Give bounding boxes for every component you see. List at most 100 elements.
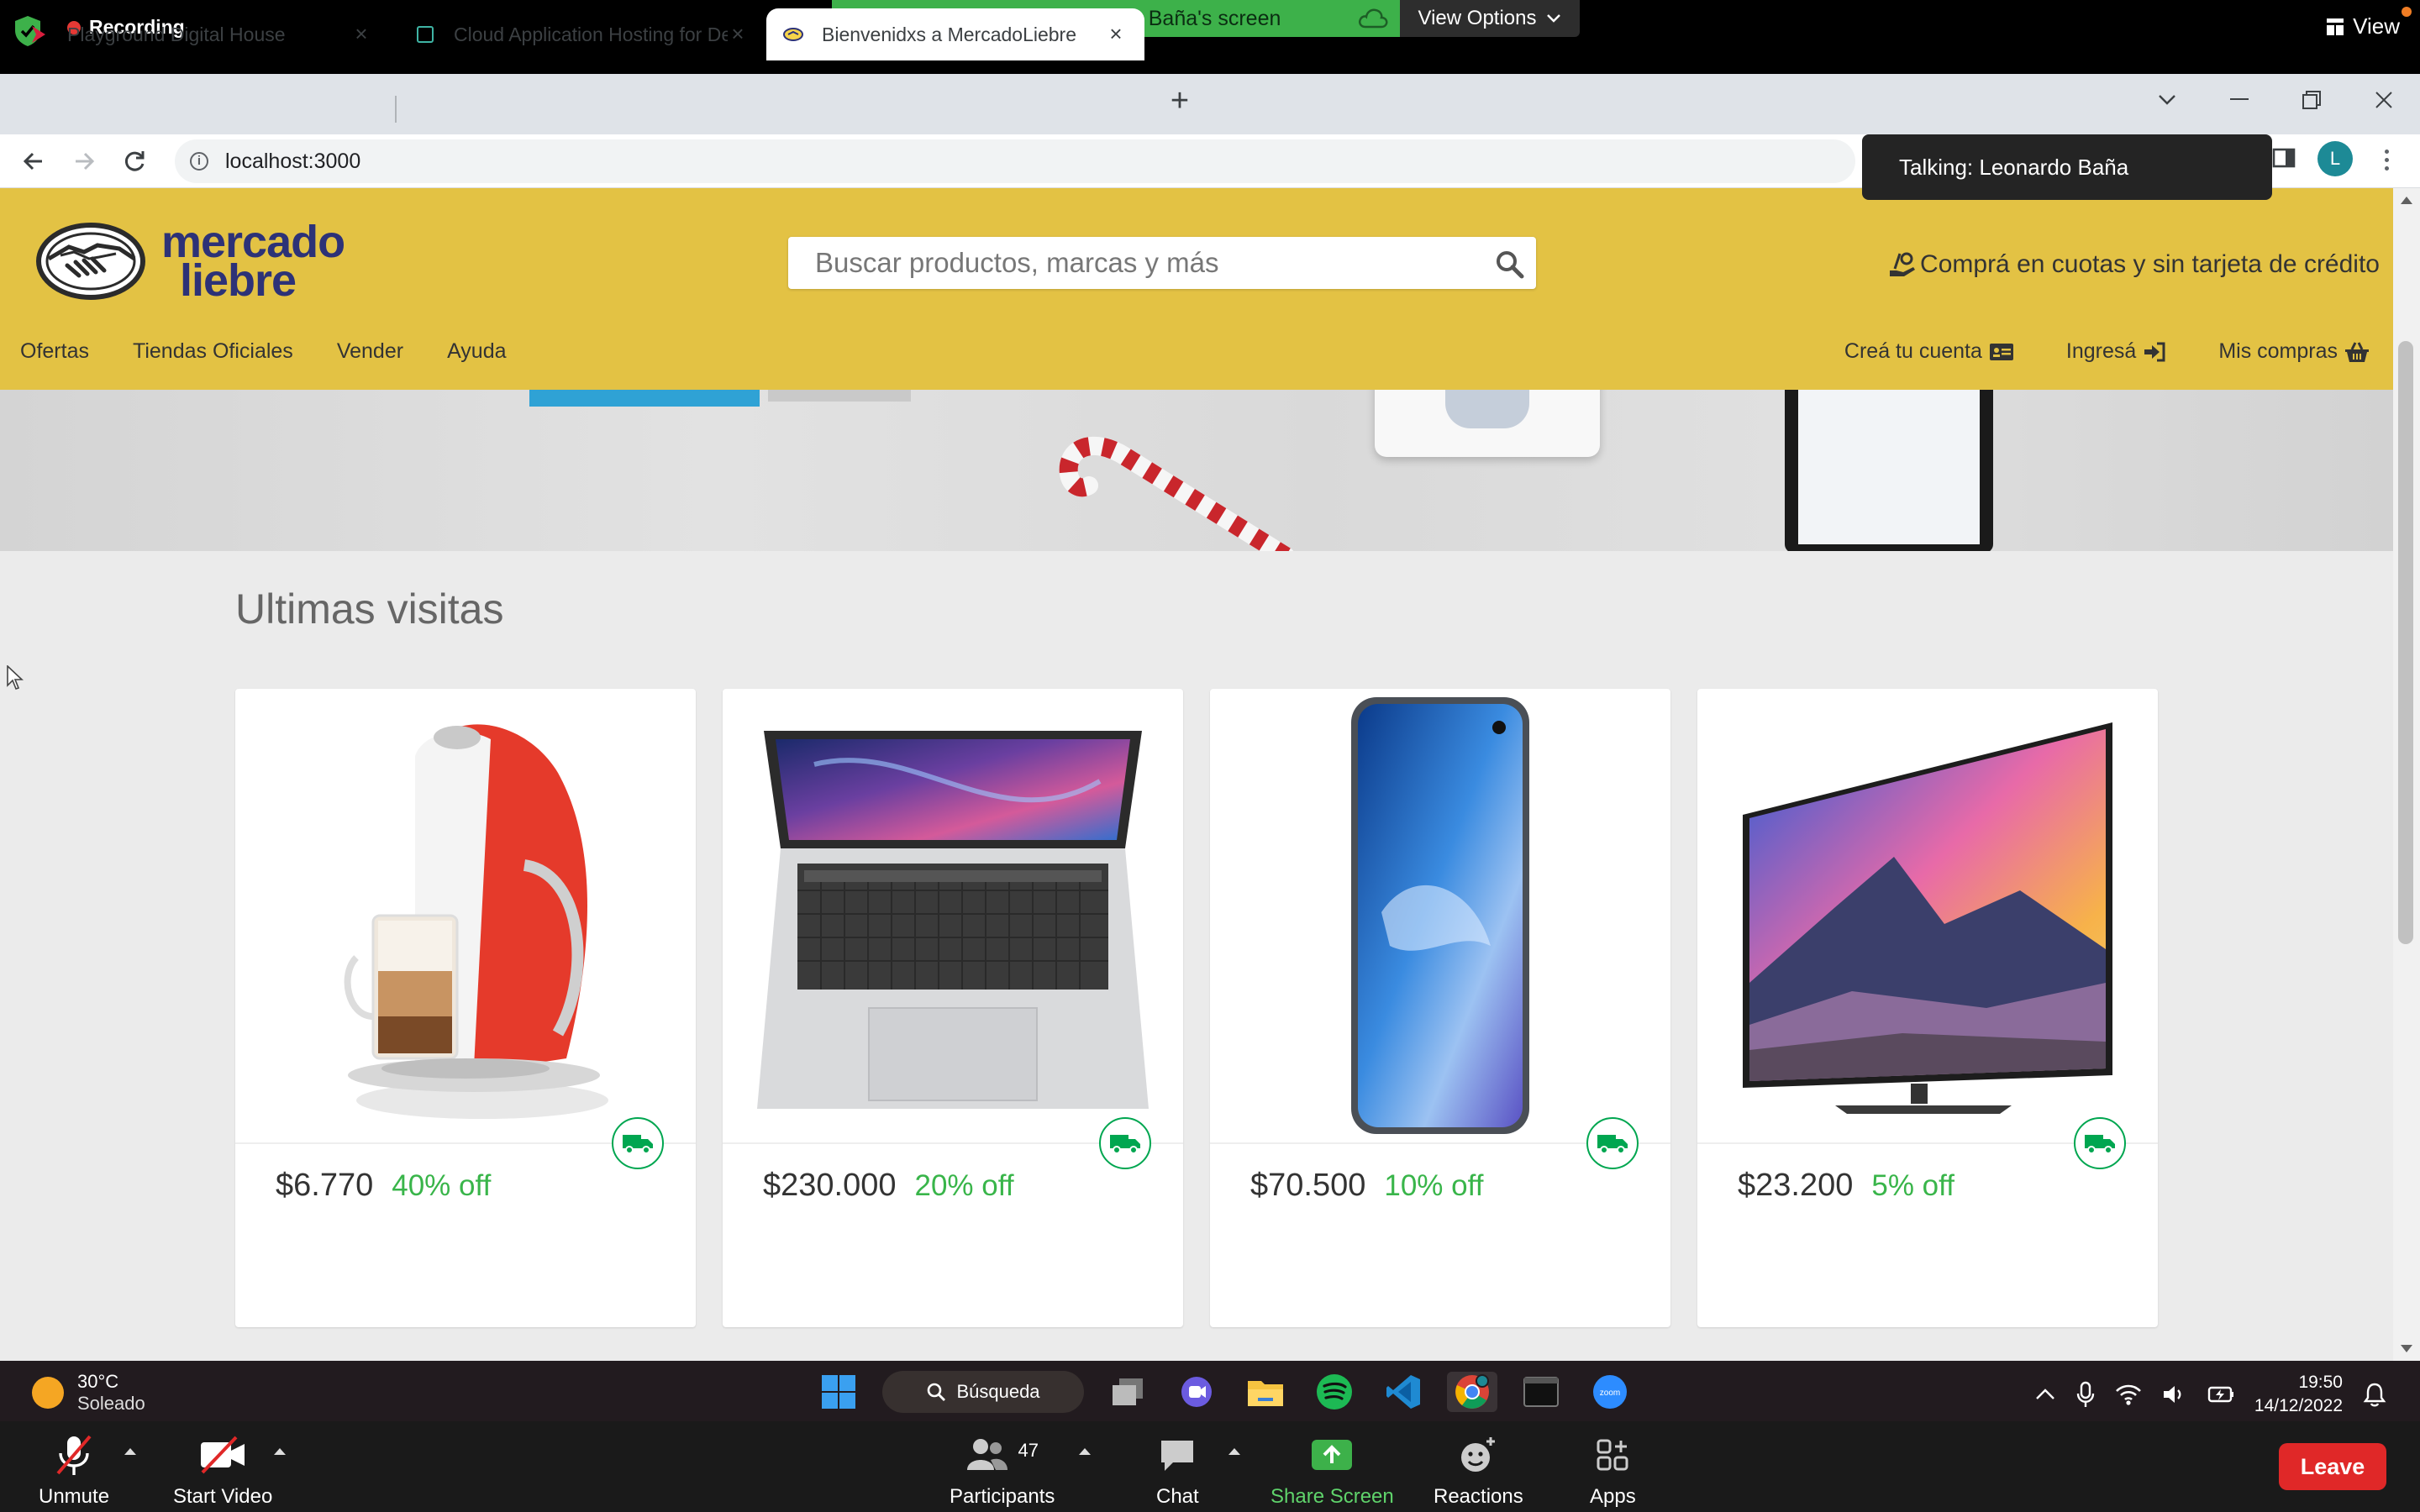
- minimize-icon[interactable]: [2203, 74, 2275, 126]
- promo-text: Comprá en cuotas y sin tarjeta de crédit…: [1920, 250, 2380, 278]
- share-screen-button[interactable]: Share Screen: [1270, 1433, 1394, 1509]
- teams-chat-icon[interactable]: [1171, 1372, 1222, 1412]
- create-account-link[interactable]: Creá tu cuenta: [1844, 339, 2014, 364]
- mercadoliebre-logo[interactable]: mercado liebre: [35, 219, 345, 303]
- zoom-meeting-controls: Unmute Start Video 47 Participants Chat …: [0, 1421, 2420, 1512]
- scroll-up-arrow-icon[interactable]: [2401, 197, 2412, 204]
- close-tab-icon[interactable]: ×: [1104, 22, 1128, 45]
- product-image-coffee-machine[interactable]: [235, 689, 696, 1142]
- product-discount: 40% off: [392, 1169, 492, 1202]
- taskbar-apps: Búsqueda zoom: [813, 1371, 1635, 1413]
- scrollbar-thumb[interactable]: [2398, 341, 2413, 944]
- participants-button[interactable]: 47 Participants: [950, 1433, 1055, 1509]
- scroll-down-arrow-icon[interactable]: [2401, 1345, 2412, 1352]
- product-image-laptop[interactable]: [723, 689, 1183, 1142]
- taskbar-clock[interactable]: 19:50 14/12/2022: [2254, 1371, 2343, 1418]
- url-field[interactable]: i localhost:3000: [175, 139, 1855, 183]
- product-price: $23.200: [1738, 1168, 1854, 1203]
- banner-price-tag: [529, 390, 760, 407]
- browser-menu-icon[interactable]: [2378, 143, 2395, 176]
- close-window-icon[interactable]: [2348, 74, 2420, 126]
- my-purchases-label: Mis compras: [2218, 339, 2338, 363]
- my-purchases-link[interactable]: Mis compras: [2218, 339, 2370, 364]
- digital-house-favicon-icon: [32, 26, 45, 43]
- file-explorer-icon[interactable]: [1240, 1372, 1291, 1412]
- free-shipping-truck-icon: [1099, 1117, 1151, 1169]
- audio-options-caret-icon[interactable]: [124, 1448, 136, 1455]
- leave-meeting-button[interactable]: Leave: [2279, 1443, 2386, 1490]
- wifi-icon[interactable]: [2115, 1383, 2142, 1405]
- product-card[interactable]: $230.000 20% off: [723, 689, 1183, 1327]
- tab-search-chevron-icon[interactable]: [2131, 74, 2203, 126]
- promo-banner[interactable]: [0, 390, 2393, 551]
- nav-ofertas[interactable]: Ofertas: [20, 339, 89, 364]
- apps-label: Apps: [1590, 1485, 1636, 1508]
- window-controls: [2131, 74, 2420, 126]
- back-button[interactable]: [17, 144, 50, 178]
- product-card[interactable]: $6.770 40% off: [235, 689, 696, 1327]
- new-tab-button[interactable]: +: [1163, 81, 1197, 121]
- volume-icon[interactable]: [2162, 1383, 2187, 1405]
- site-info-icon[interactable]: i: [190, 152, 208, 171]
- terminal-icon[interactable]: [1516, 1372, 1566, 1412]
- mouse-cursor-icon: [7, 665, 24, 690]
- clock-date: 14/12/2022: [2254, 1396, 2343, 1415]
- zoom-app-icon[interactable]: zoom: [1585, 1372, 1635, 1412]
- close-tab-icon[interactable]: ×: [350, 22, 373, 45]
- close-tab-icon[interactable]: ×: [726, 22, 750, 45]
- arrow-left-icon: [23, 152, 42, 171]
- chrome-icon[interactable]: [1447, 1372, 1497, 1412]
- free-shipping-truck-icon: [1586, 1117, 1639, 1169]
- nav-ayuda[interactable]: Ayuda: [447, 339, 506, 364]
- page-scrollbar[interactable]: [2393, 188, 2420, 1361]
- svg-text:zoom: zoom: [1600, 1389, 1620, 1398]
- taskbar-search-button[interactable]: Búsqueda: [882, 1371, 1084, 1413]
- microphone-icon[interactable]: [2076, 1381, 2095, 1408]
- side-panel-icon[interactable]: [2270, 144, 2297, 171]
- show-hidden-icons-chevron-up-icon[interactable]: [2034, 1388, 2056, 1401]
- product-image-television[interactable]: [1697, 689, 2158, 1142]
- search-input[interactable]: [788, 237, 1460, 289]
- windows-start-icon[interactable]: [813, 1372, 864, 1412]
- video-options-caret-icon[interactable]: [274, 1448, 286, 1455]
- chat-caret-icon[interactable]: [1228, 1448, 1240, 1455]
- unmute-button[interactable]: Unmute: [39, 1433, 109, 1509]
- reactions-label: Reactions: [1434, 1485, 1523, 1508]
- nav-tiendas-oficiales[interactable]: Tiendas Oficiales: [133, 339, 293, 364]
- tab-title: Bienvenidxs a MercadoLiebre: [822, 23, 1077, 45]
- apps-button[interactable]: Apps: [1590, 1433, 1636, 1509]
- view-options-button[interactable]: View Options: [1400, 0, 1580, 37]
- notifications-bell-icon[interactable]: [2363, 1382, 2386, 1407]
- site-header: mercado liebre Comprá en cuotas y sin ta…: [0, 188, 2393, 390]
- login-link[interactable]: Ingresá: [2066, 339, 2166, 364]
- forward-button[interactable]: [67, 144, 101, 178]
- vscode-icon[interactable]: [1378, 1372, 1428, 1412]
- start-video-button[interactable]: Start Video: [173, 1433, 272, 1509]
- participants-caret-icon[interactable]: [1079, 1448, 1091, 1455]
- reload-button[interactable]: [118, 144, 151, 178]
- clock-time: 19:50: [2298, 1373, 2343, 1392]
- candy-cane-image: [1059, 436, 1294, 551]
- product-card[interactable]: $23.200 5% off: [1697, 689, 2158, 1327]
- reactions-button[interactable]: Reactions: [1434, 1433, 1523, 1509]
- chat-button[interactable]: Chat: [1156, 1433, 1199, 1509]
- nav-vender[interactable]: Vender: [337, 339, 403, 364]
- restore-icon[interactable]: [2275, 74, 2348, 126]
- battery-icon[interactable]: [2207, 1385, 2234, 1404]
- free-shipping-truck-icon: [2074, 1117, 2126, 1169]
- task-view-icon[interactable]: [1102, 1372, 1153, 1412]
- tab-playground[interactable]: Playground Digital House ×: [12, 8, 390, 60]
- product-image-smartphone[interactable]: [1210, 689, 1670, 1142]
- installments-promo-link[interactable]: Comprá en cuotas y sin tarjeta de crédit…: [1888, 250, 2380, 279]
- spotify-icon[interactable]: [1309, 1372, 1360, 1412]
- tab-mercadoliebre[interactable]: Bienvenidxs a MercadoLiebre ×: [766, 8, 1144, 60]
- view-button[interactable]: View: [2326, 7, 2412, 39]
- profile-avatar[interactable]: L: [2317, 141, 2353, 176]
- search-icon[interactable]: [1494, 249, 1524, 279]
- product-discount: 20% off: [914, 1169, 1014, 1202]
- weather-widget[interactable]: 30°C Soleado: [32, 1371, 145, 1415]
- participants-label: Participants: [950, 1485, 1055, 1508]
- chevron-down-icon: [1547, 14, 1561, 23]
- product-card[interactable]: $70.500 10% off: [1210, 689, 1670, 1327]
- tab-cloud-hosting[interactable]: Cloud Application Hosting for De ×: [398, 8, 766, 60]
